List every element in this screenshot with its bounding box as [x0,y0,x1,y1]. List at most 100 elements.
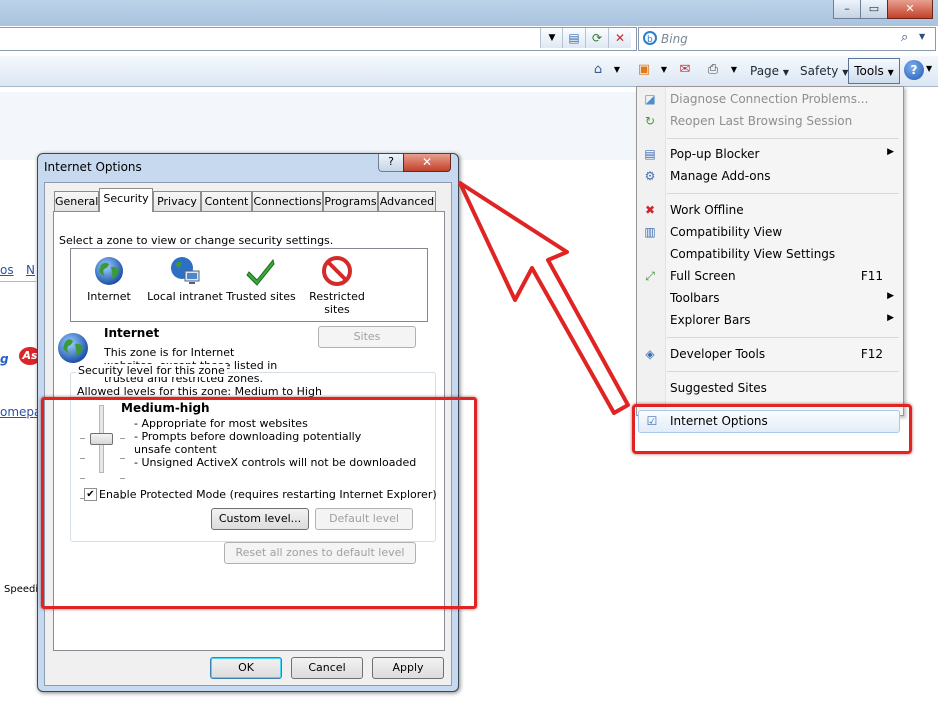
dialog-title: Internet Options [44,160,142,174]
menu-item-label: Toolbars [670,291,720,305]
feeds-dropdown-icon[interactable]: ▼ [655,61,673,79]
address-dropdown-icon[interactable]: ▼ [540,28,563,48]
work-offline-icon: ✖ [644,203,656,217]
bing-icon: b [643,31,657,45]
compat-view-icon: ▥ [644,225,656,239]
cancel-button[interactable]: Cancel [291,657,363,679]
menu-item-compatibility-view-settings[interactable]: Compatibility View Settings [637,243,903,265]
menu-item-reopen-session[interactable]: ↻ Reopen Last Browsing Session [637,110,903,132]
menu-item-label: Full Screen [670,269,736,283]
sites-button[interactable]: Sites [318,326,416,348]
page-link-fragment[interactable]: omepa [0,405,41,419]
safety-menu-label: Safety [800,64,839,78]
search-box[interactable]: b Bing ⌕ ▼ [638,27,936,51]
svg-text:b: b [647,35,653,45]
home-icon[interactable]: ⌂ [589,61,607,79]
apply-button[interactable]: Apply [372,657,444,679]
zone-trusted-sites[interactable]: Trusted sites [223,249,299,303]
devtools-icon: ◈ [645,347,655,361]
menu-item-compatibility-view[interactable]: ▥ Compatibility View [637,221,903,243]
page-link-fragment[interactable]: N [26,263,35,277]
popup-blocker-icon: ▤ [644,147,656,161]
zone-restricted-sites[interactable]: Restricted sites [299,249,375,316]
menu-item-label: Manage Add-ons [670,169,771,183]
menu-item-full-screen[interactable]: ⤢ Full Screen F11 [637,265,903,287]
selected-zone-globe-icon [56,331,90,365]
menu-item-popup-blocker[interactable]: ▤ Pop-up Blocker ▶ [637,143,903,165]
ok-button[interactable]: OK [210,657,282,679]
tools-menu-label: Tools [854,64,884,78]
menu-item-suggested-sites[interactable]: Suggested Sites [637,377,903,399]
zone-label: Restricted sites [309,290,365,316]
search-placeholder: Bing [661,32,688,46]
menu-separator [667,371,899,372]
menu-item-toolbars[interactable]: Toolbars ▶ [637,287,903,309]
minimize-button[interactable]: – [833,0,861,19]
zone-internet[interactable]: Internet [71,249,147,303]
zone-label: Local intranet [147,290,223,303]
read-mail-icon[interactable]: ✉ [676,61,694,79]
addons-icon: ⚙ [644,169,656,183]
globe-icon [93,255,125,287]
command-bar [0,56,938,87]
menu-item-accelerator: F11 [860,269,883,283]
menu-item-explorer-bars[interactable]: Explorer Bars ▶ [637,309,903,331]
tab-general[interactable]: General [54,191,99,211]
page-link-fragment[interactable]: os [0,263,14,277]
tab-advanced[interactable]: Advanced [378,191,436,211]
page-menu-button[interactable]: Page ▼ [750,62,789,80]
print-dropdown-icon[interactable]: ▼ [725,61,743,79]
menu-separator [667,193,899,194]
menu-item-manage-addons[interactable]: ⚙ Manage Add-ons [637,165,903,187]
tab-privacy[interactable]: Privacy [153,191,201,211]
chevron-down-icon: ▼ [782,68,790,77]
chevron-down-icon: ▼ [887,68,894,77]
zone-label: Internet [87,290,131,303]
stop-icon[interactable]: ✕ [608,28,631,48]
menu-item-diagnose-connection[interactable]: ◪ Diagnose Connection Problems... [637,88,903,110]
annotation-highlight-internet-options [632,404,912,454]
dialog-help-button[interactable]: ? [378,154,404,172]
intranet-icon [169,255,201,287]
maximize-button[interactable]: ▭ [860,0,888,19]
restricted-icon [321,255,353,287]
menu-item-label: Compatibility View [670,225,783,239]
search-options-icon[interactable]: ▼ [919,32,925,41]
menu-item-label: Compatibility View Settings [670,247,836,261]
tab-security[interactable]: Security [99,188,153,212]
home-dropdown-icon[interactable]: ▼ [608,61,626,79]
checkmark-icon [245,255,277,287]
help-dropdown-icon[interactable]: ▼ [926,64,932,73]
menu-item-developer-tools[interactable]: ◈ Developer Tools F12 [637,343,903,365]
menu-item-work-offline[interactable]: ✖ Work Offline [637,199,903,221]
tab-connections[interactable]: Connections [252,191,323,211]
menu-item-label: Suggested Sites [670,381,767,395]
dialog-close-button[interactable]: ✕ [403,154,451,172]
page-divider [0,281,36,282]
menu-item-accelerator: F12 [860,347,883,361]
feeds-icon[interactable]: ▣ [635,61,653,79]
refresh-icon[interactable]: ⟳ [585,28,608,48]
reopen-icon: ↻ [644,114,656,128]
submenu-arrow-icon: ▶ [887,291,894,301]
compat-view-button-icon[interactable]: ▤ [562,28,585,48]
submenu-arrow-icon: ▶ [887,147,894,157]
print-icon[interactable]: ⎙ [704,61,722,79]
help-icon[interactable]: ? [904,60,924,80]
zone-prompt: Select a zone to view or change security… [59,234,334,247]
annotation-highlight-security-level [41,397,477,609]
tab-programs[interactable]: Programs [323,191,378,211]
tools-menu: ◪ Diagnose Connection Problems... ↻ Reop… [636,86,904,416]
menu-item-label: Reopen Last Browsing Session [670,114,853,128]
zone-local-intranet[interactable]: Local intranet [147,249,223,303]
tools-menu-button[interactable]: Tools ▼ [848,58,900,84]
search-icon[interactable]: ⌕ [901,30,908,45]
security-level-group-label: Security level for this zone [76,364,227,377]
menu-separator [667,337,899,338]
close-window-button[interactable]: ✕ [887,0,933,19]
selected-zone-name: Internet [104,326,160,340]
menu-item-label: Developer Tools [670,347,766,361]
tab-content[interactable]: Content [201,191,252,211]
safety-menu-button[interactable]: Safety ▼ [800,62,848,80]
menu-item-label: Pop-up Blocker [670,147,760,161]
